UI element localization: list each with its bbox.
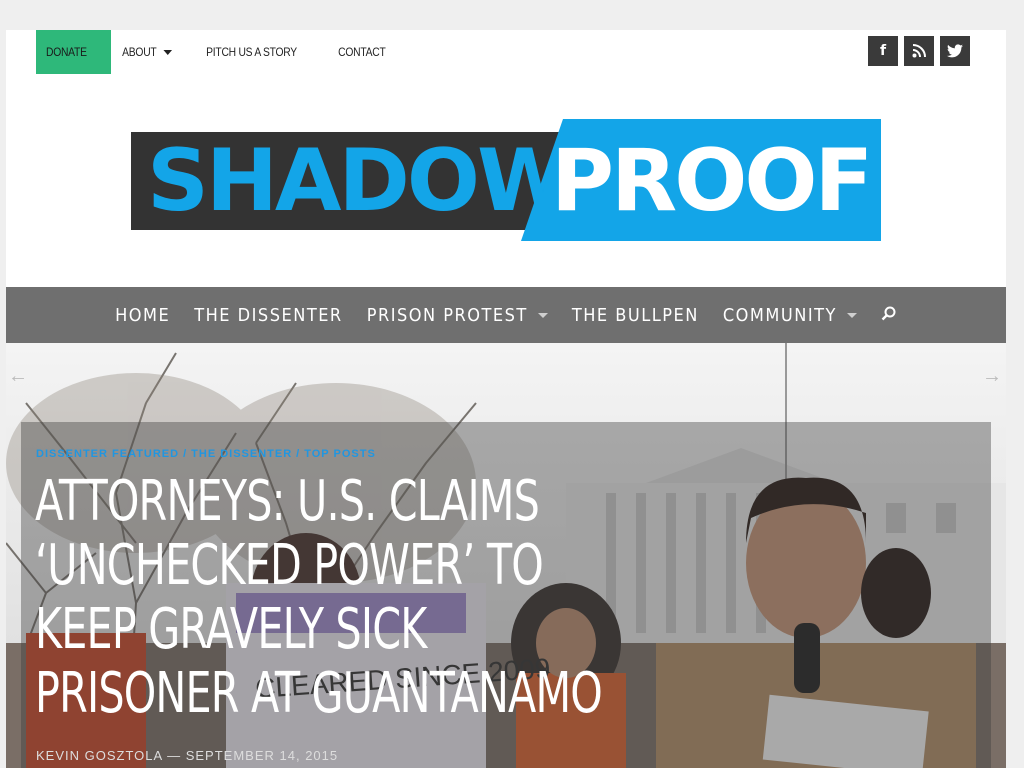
category-separator: / [296, 448, 301, 460]
nav-bullpen[interactable]: THE BULLPEN [560, 305, 711, 326]
headline-line: PRISONER AT GUANTANAMO [35, 661, 603, 726]
headline-line: KEEP GRAVELY SICK [35, 597, 427, 662]
about-menu[interactable]: ABOUT [111, 30, 183, 74]
chevron-down-icon [163, 49, 173, 55]
nav-prison-protest-label: PRISON PROTEST [366, 304, 528, 326]
headline-overlay: DISSENTER FEATURED / THE DISSENTER / TOP POS… [21, 422, 991, 768]
byline: KEVIN GOSZTOLA — SEPTEMBER 14, 2015 [36, 748, 338, 763]
top-bar: DONATE ABOUT PITCH US A STORY CONTACT f [6, 30, 1006, 74]
about-label: ABOUT [122, 45, 158, 59]
rss-icon[interactable] [904, 36, 934, 66]
headline-line: ATTORNEYS: U.S. CLAIMS [35, 469, 540, 534]
search-icon[interactable] [869, 305, 909, 326]
category-separator: / [183, 448, 188, 460]
nav-community[interactable]: COMMUNITY [711, 305, 869, 326]
category-link[interactable]: TOP POSTS [304, 448, 376, 460]
donate-button[interactable]: DONATE [36, 30, 112, 74]
main-nav: HOME THE DISSENTER PRISON PROTEST THE BU… [6, 287, 1006, 343]
category-list: DISSENTER FEATURED / THE DISSENTER / TOP POS… [36, 448, 376, 460]
nav-community-label: COMMUNITY [722, 304, 837, 326]
pitch-link[interactable]: PITCH US A STORY [195, 30, 308, 74]
logo-text-shadow: SHADOW [147, 131, 572, 231]
facebook-icon[interactable]: f [868, 36, 898, 66]
category-link[interactable]: THE DISSENTER [191, 448, 292, 460]
page: DONATE ABOUT PITCH US A STORY CONTACT f … [6, 30, 1006, 768]
contact-link[interactable]: CONTACT [327, 30, 397, 74]
author-link[interactable]: KEVIN GOSZTOLA [36, 748, 162, 763]
nav-prison-protest[interactable]: PRISON PROTEST [355, 305, 560, 326]
chevron-down-icon [846, 312, 857, 318]
nav-home[interactable]: HOME [103, 305, 182, 326]
prev-arrow-icon[interactable]: ← [8, 365, 28, 388]
social-links: f [868, 36, 970, 66]
category-link[interactable]: DISSENTER FEATURED [36, 448, 179, 460]
next-arrow-icon[interactable]: → [982, 365, 1002, 388]
logo-text-proof: PROOF [551, 131, 873, 231]
nav-dissenter[interactable]: THE DISSENTER [182, 305, 354, 326]
headline-line: ‘UNCHECKED POWER’ TO [35, 533, 544, 598]
site-logo[interactable]: SHADOW PROOF [131, 119, 881, 241]
byline-dash: — [167, 748, 182, 763]
chevron-down-icon [537, 312, 548, 318]
article-headline[interactable]: ATTORNEYS: U.S. CLAIMS ‘UNCHECKED POWER’… [35, 469, 603, 726]
featured-slider[interactable]: CLEARED SINCE 2009 ← → DISSENTER FEATURE… [6, 343, 1006, 768]
twitter-icon[interactable] [940, 36, 970, 66]
post-date: SEPTEMBER 14, 2015 [185, 748, 339, 763]
top-nav: DONATE ABOUT PITCH US A STORY CONTACT [36, 30, 408, 74]
